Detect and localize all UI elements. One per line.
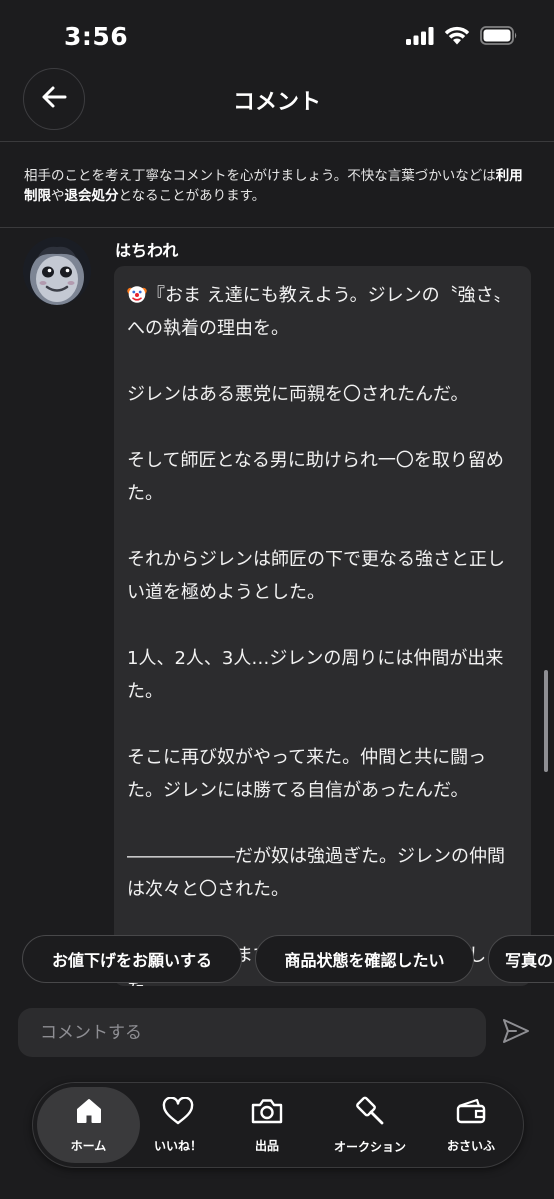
notice-text-end: となることがあります。 <box>118 188 266 204</box>
tab-sell[interactable]: 出品 <box>229 1087 305 1163</box>
notice-text: 相手のことを考え丁寧なコメントを心がけましょう。不快な言葉づかいなどは <box>24 168 496 184</box>
signal-icon <box>406 26 434 49</box>
comment-input-row <box>0 1008 554 1058</box>
home-icon <box>74 1097 104 1129</box>
tab-label: オークション <box>333 1139 406 1154</box>
camera-icon <box>250 1097 284 1129</box>
wallet-icon <box>455 1097 487 1129</box>
quick-reply-chips: お値下げをお願いする 商品状態を確認したい 写真の <box>22 935 554 985</box>
divider <box>0 227 554 228</box>
tab-label: ホーム <box>70 1138 107 1153</box>
comment-username[interactable]: はちわれ <box>115 237 178 261</box>
send-icon <box>502 1018 530 1048</box>
send-button[interactable] <box>500 1017 532 1049</box>
status-icons <box>406 26 518 49</box>
comment-text-body: ジレンはある悪党に両親を〇されたんだ。 そして師匠となる男に助けられ一〇を取り留… <box>127 384 505 986</box>
chip-check-condition[interactable]: 商品状態を確認したい <box>255 935 474 983</box>
tab-home[interactable]: ホーム <box>37 1087 140 1163</box>
chip-photo[interactable]: 写真の <box>488 935 554 983</box>
tab-label: おさいふ <box>446 1138 495 1153</box>
tab-likes[interactable]: いいね！ <box>140 1087 216 1163</box>
battery-icon <box>480 26 518 49</box>
tab-label: 出品 <box>254 1138 279 1153</box>
tab-auction[interactable]: オークション <box>321 1087 419 1163</box>
clown-face-icon <box>127 282 147 303</box>
comment-input[interactable] <box>18 1008 486 1057</box>
tab-bar: ホーム いいね！ 出品 オークション おさいふ <box>32 1082 524 1168</box>
wifi-icon <box>444 26 470 49</box>
notice-text-connector: や <box>51 188 65 204</box>
chip-price-reduction[interactable]: お値下げをお願いする <box>22 935 242 983</box>
header: コメント <box>0 62 554 142</box>
status-time: 3:56 <box>64 22 129 51</box>
status-bar: 3:56 <box>0 0 554 70</box>
tab-label: いいね！ <box>153 1138 202 1153</box>
tab-wallet[interactable]: おさいふ <box>431 1087 511 1163</box>
comment-guideline-notice: 相手のことを考え丁寧なコメントを心がけましょう。不快な言葉づかいなどは利用制限や… <box>24 166 534 206</box>
gavel-icon <box>354 1096 386 1130</box>
heart-icon <box>162 1095 194 1129</box>
comment-text-lead: 『おま え達にも教えよう。ジレンの〝強さ〟への執着の理由を。 <box>127 285 512 339</box>
scrollbar[interactable] <box>544 670 548 772</box>
avatar[interactable] <box>23 237 91 305</box>
comment-bubble: 『おま え達にも教えよう。ジレンの〝強さ〟への執着の理由を。 ジレンはある悪党に… <box>114 266 531 986</box>
notice-account-suspension: 退会処分 <box>64 188 119 204</box>
comment-text: 『おま え達にも教えよう。ジレンの〝強さ〟への執着の理由を。 ジレンはある悪党に… <box>114 266 531 986</box>
page-title: コメント <box>232 90 321 115</box>
